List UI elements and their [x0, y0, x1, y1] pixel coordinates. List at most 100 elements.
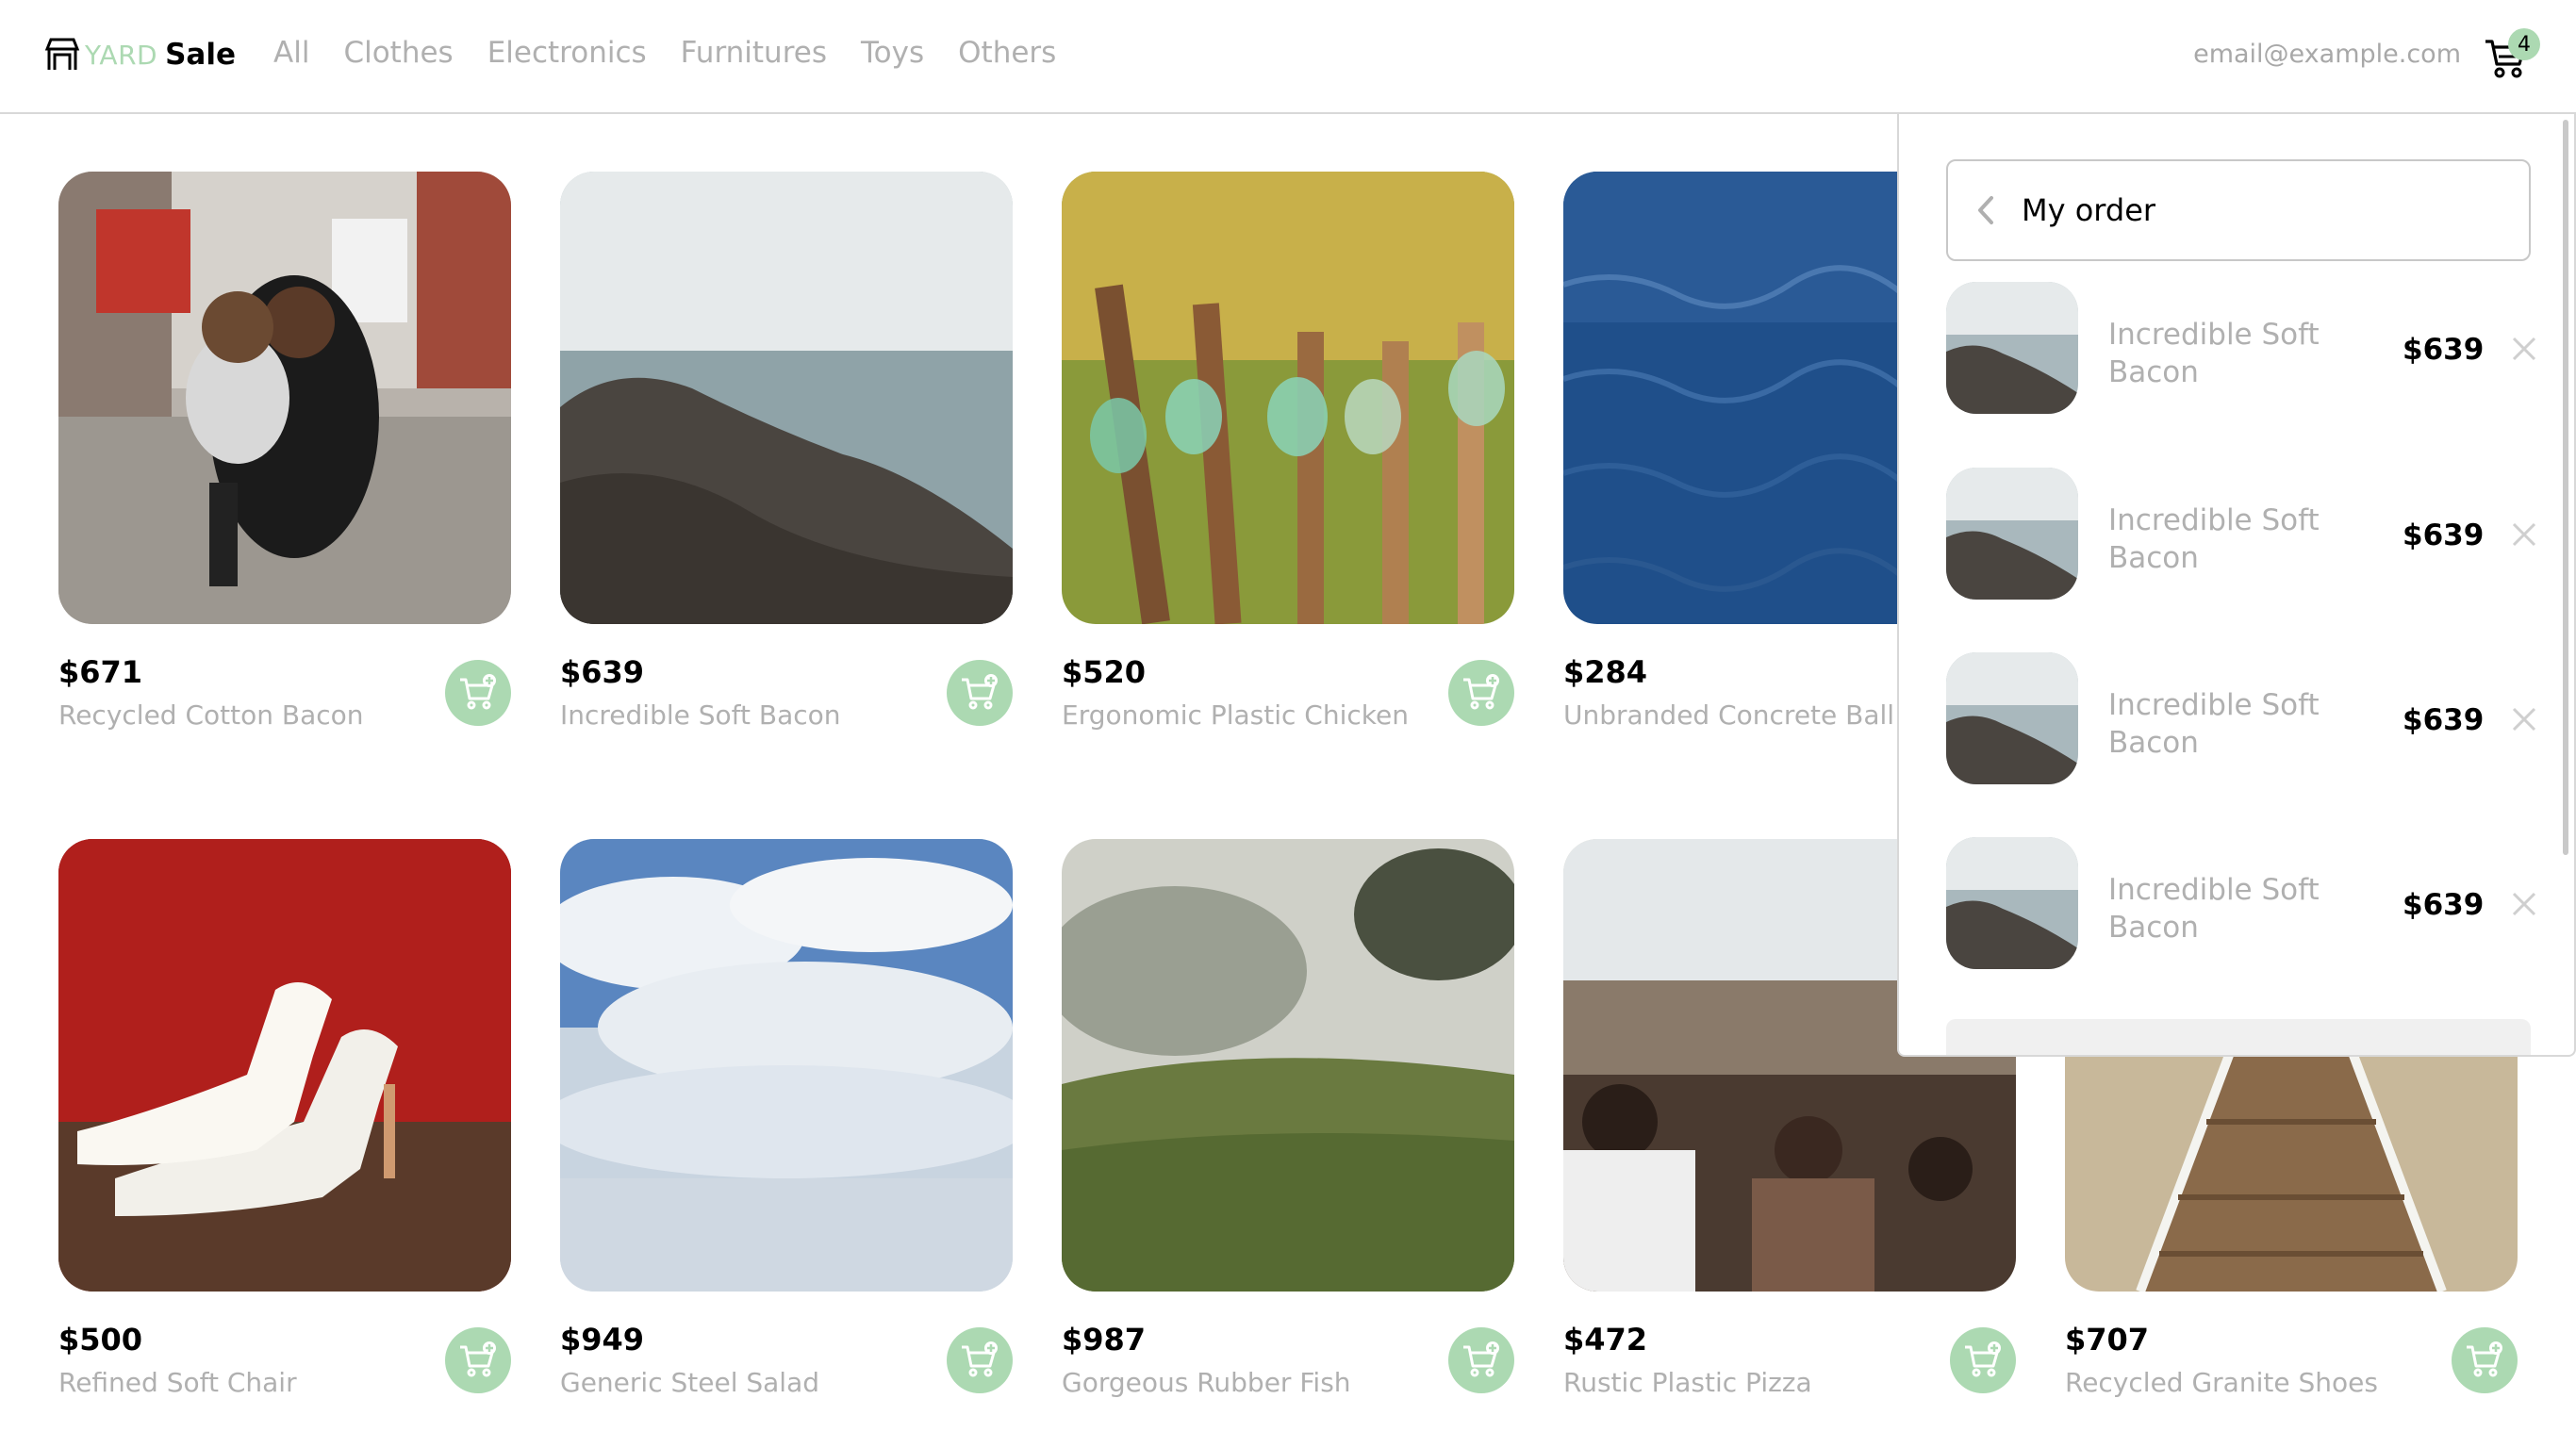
glass-jars-fence-photo: [1062, 172, 1514, 624]
add-to-cart-button[interactable]: [1950, 1327, 2016, 1393]
close-icon: [2512, 522, 2536, 547]
mother-child-street-photo: [58, 172, 511, 624]
order-item-thumbnail: [1946, 652, 2078, 784]
close-icon: [2512, 337, 2536, 361]
navbar: YARD Sale All Clothes Electronics Furnit…: [0, 0, 2576, 114]
nav-link-furnitures[interactable]: Furnitures: [681, 36, 827, 70]
remove-item-button[interactable]: [2510, 520, 2538, 549]
product-name: Recycled Granite Shoes: [2065, 1367, 2378, 1398]
cart-count-badge: 4: [2508, 28, 2540, 60]
add-to-cart-icon: [460, 1341, 496, 1377]
storefront-icon: [44, 38, 80, 70]
product-price: $284: [1563, 654, 1648, 690]
product-price: $520: [1062, 654, 1147, 690]
order-item: Incredible Soft Bacon $639: [1946, 837, 2550, 969]
add-to-cart-icon: [962, 1341, 998, 1377]
order-item-price: $639: [2403, 518, 2485, 552]
order-item-name: Incredible Soft Bacon: [2108, 503, 2320, 575]
product-name: Unbranded Concrete Ball: [1563, 699, 1895, 731]
product-price: $987: [1062, 1322, 1147, 1358]
category-nav: All Clothes Electronics Furnitures Toys …: [273, 36, 1056, 70]
product-name: Ergonomic Plastic Chicken: [1062, 699, 1409, 731]
add-to-cart-button[interactable]: [947, 660, 1013, 726]
order-item-thumbnail: [1946, 468, 2078, 600]
product-card[interactable]: $500 Refined Soft Chair: [58, 839, 511, 1398]
order-summary-card: [1946, 1019, 2531, 1055]
add-to-cart-icon: [1463, 674, 1499, 710]
add-to-cart-button[interactable]: [2452, 1327, 2518, 1393]
product-image[interactable]: [560, 172, 1013, 624]
brand-logo[interactable]: YARD Sale: [43, 34, 236, 75]
rocky-shore-photo: [560, 172, 1013, 624]
close-icon: [2512, 892, 2536, 916]
order-title: My order: [2022, 192, 2156, 228]
order-item-price: $639: [2403, 333, 2485, 367]
order-item-name: Incredible Soft Bacon: [2108, 873, 2320, 945]
product-price: $671: [58, 654, 143, 690]
add-to-cart-button[interactable]: [947, 1327, 1013, 1393]
close-icon: [2512, 707, 2536, 732]
add-to-cart-button[interactable]: [1448, 660, 1514, 726]
product-name: Incredible Soft Bacon: [560, 699, 841, 731]
add-to-cart-icon: [460, 674, 496, 710]
product-name: Recycled Cotton Bacon: [58, 699, 364, 731]
foggy-field-photo: [1062, 839, 1514, 1292]
product-name: Refined Soft Chair: [58, 1367, 297, 1398]
chevron-left-icon: [1978, 196, 1993, 224]
order-item-price: $639: [2403, 888, 2485, 922]
cloudy-sky-photo: [560, 839, 1013, 1292]
nav-link-electronics[interactable]: Electronics: [487, 36, 647, 70]
white-heels-photo: [58, 839, 511, 1292]
order-item: Incredible Soft Bacon $639: [1946, 282, 2550, 414]
product-name: Gorgeous Rubber Fish: [1062, 1367, 1351, 1398]
rocky-shore-photo: [1946, 468, 2078, 600]
product-image[interactable]: [58, 839, 511, 1292]
add-to-cart-button[interactable]: [445, 660, 511, 726]
order-item-thumbnail: [1946, 282, 2078, 414]
product-card[interactable]: $639 Incredible Soft Bacon: [560, 172, 1013, 731]
remove-item-button[interactable]: [2510, 335, 2538, 363]
rocky-shore-photo: [1946, 282, 2078, 414]
add-to-cart-button[interactable]: [445, 1327, 511, 1393]
nav-link-all[interactable]: All: [273, 36, 309, 70]
product-image[interactable]: [1062, 839, 1514, 1292]
add-to-cart-icon: [1463, 1341, 1499, 1377]
product-card[interactable]: $949 Generic Steel Salad: [560, 839, 1013, 1398]
brand-yard: YARD: [85, 39, 158, 71]
product-name: Rustic Plastic Pizza: [1563, 1367, 1812, 1398]
nav-link-toys[interactable]: Toys: [861, 36, 924, 70]
nav-link-others[interactable]: Others: [958, 36, 1056, 70]
product-image[interactable]: [560, 839, 1013, 1292]
product-image[interactable]: [1062, 172, 1514, 624]
product-image[interactable]: [58, 172, 511, 624]
add-to-cart-icon: [962, 674, 998, 710]
rocky-shore-photo: [1946, 652, 2078, 784]
back-button[interactable]: [1973, 194, 2010, 226]
product-price: $472: [1563, 1322, 1648, 1358]
add-to-cart-icon: [2467, 1341, 2502, 1377]
order-panel: My order Incredible Soft Bacon $639 Incr…: [1897, 114, 2576, 1057]
remove-item-button[interactable]: [2510, 890, 2538, 918]
product-card[interactable]: $520 Ergonomic Plastic Chicken: [1062, 172, 1514, 731]
product-price: $707: [2065, 1322, 2150, 1358]
product-card[interactable]: $987 Gorgeous Rubber Fish: [1062, 839, 1514, 1398]
brand-sale: Sale: [165, 38, 237, 72]
add-to-cart-icon: [1965, 1341, 2001, 1377]
remove-item-button[interactable]: [2510, 705, 2538, 733]
order-item-name: Incredible Soft Bacon: [2108, 318, 2320, 389]
cart-button[interactable]: 4: [2484, 28, 2540, 79]
product-card[interactable]: $671 Recycled Cotton Bacon: [58, 172, 511, 731]
product-price: $639: [560, 654, 645, 690]
order-item: Incredible Soft Bacon $639: [1946, 652, 2550, 784]
user-email[interactable]: email@example.com: [2193, 40, 2461, 69]
add-to-cart-button[interactable]: [1448, 1327, 1514, 1393]
product-price: $500: [58, 1322, 143, 1358]
order-item-name: Incredible Soft Bacon: [2108, 688, 2320, 760]
order-item: Incredible Soft Bacon $639: [1946, 468, 2550, 600]
product-price: $949: [560, 1322, 645, 1358]
nav-link-clothes[interactable]: Clothes: [343, 36, 453, 70]
order-header: My order: [1946, 159, 2531, 261]
panel-scrollbar[interactable]: [2563, 120, 2568, 855]
order-item-thumbnail: [1946, 837, 2078, 969]
product-name: Generic Steel Salad: [560, 1367, 820, 1398]
